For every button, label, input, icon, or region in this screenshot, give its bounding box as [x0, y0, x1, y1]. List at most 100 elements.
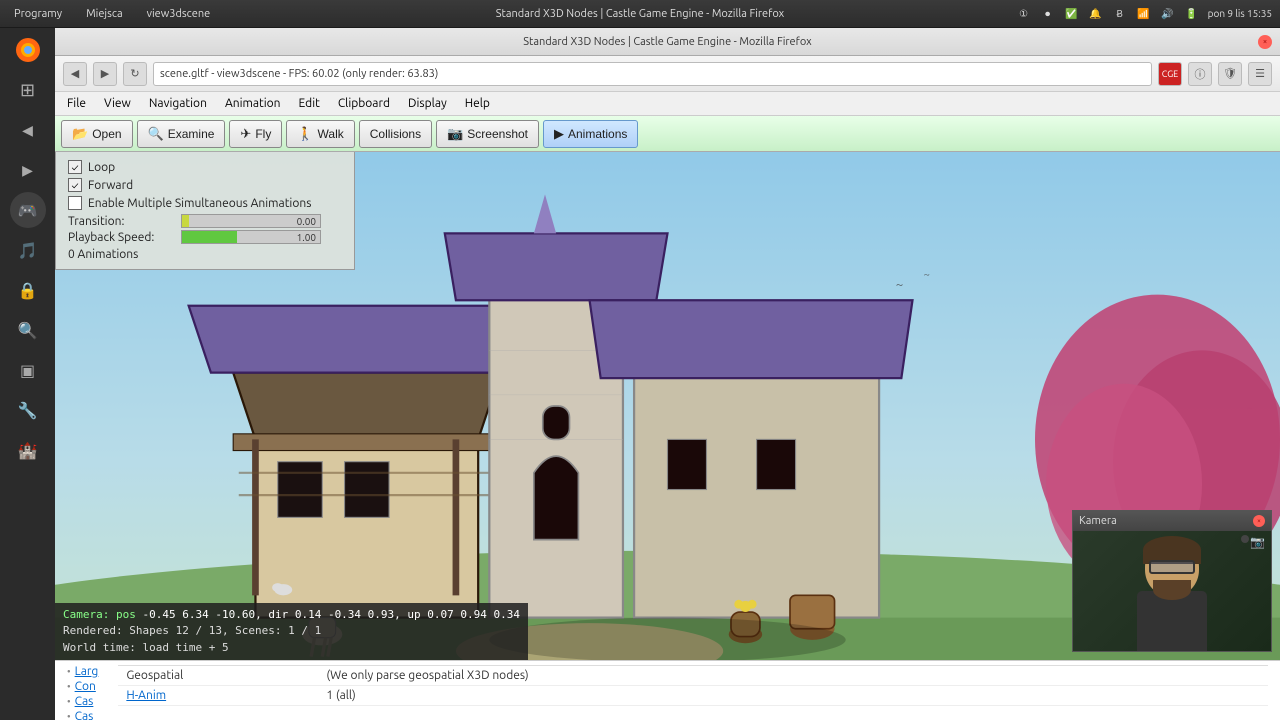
tray-icon-1[interactable]: ① [1016, 6, 1032, 22]
transition-fill [182, 215, 189, 227]
sidebar-icon-vpn[interactable]: 🔒 [10, 272, 46, 308]
screenshot-button[interactable]: 📷 Screenshot [436, 120, 539, 148]
table-row-geospatial: Geospatial (We only parse geospatial X3D… [118, 666, 1268, 686]
tray-icon-4[interactable]: 🔔 [1088, 6, 1104, 22]
forward-row: ✓ Forward [68, 178, 342, 192]
left-sidebar: ⊞ ◀ ▶ 🎮 🎵 🔒 🔍 ▣ 🔧 🏰 [0, 28, 55, 720]
sidebar-icon-discord[interactable]: 🎮 [10, 192, 46, 228]
loop-checkbox[interactable]: ✓ [68, 160, 82, 174]
kamera-title-text: Kamera [1079, 515, 1117, 527]
kamera-titlebar: Kamera × [1073, 511, 1271, 531]
nav-reload-button[interactable]: ↻ [123, 62, 147, 86]
transition-slider[interactable]: 0.00 [181, 214, 321, 228]
webpage-content: • Larg • Con • Cas • Cas Geospatia [55, 660, 1280, 720]
link-con[interactable]: Con [75, 680, 96, 693]
fly-label: Fly [255, 127, 271, 141]
camera-pos-line: Camera: pos -0.45 6.34 -10.60, dir 0.14 … [63, 607, 520, 624]
tray-icon-bluetooth[interactable]: Ƀ [1112, 6, 1128, 22]
sidebar-icon-search[interactable]: 🔍 [10, 312, 46, 348]
loop-row: ✓ Loop [68, 160, 342, 174]
kamera-cam-icon: 📷 [1250, 535, 1265, 549]
playback-speed-slider[interactable]: 1.00 [181, 230, 321, 244]
menu-view[interactable]: View [96, 95, 139, 112]
address-bar[interactable]: scene.gltf - view3dscene - FPS: 60.02 (o… [153, 62, 1152, 86]
open-icon: 📂 [72, 126, 88, 142]
browser-close-button[interactable]: × [1258, 35, 1272, 49]
link-cas2[interactable]: Cas [75, 710, 94, 720]
bullet-2: • [67, 681, 71, 692]
table-cell-hanim: H-Anim [118, 688, 318, 703]
table-cell-geospatial-desc: (We only parse geospatial X3D nodes) [318, 668, 1268, 683]
animations-count: 0 Animations [68, 248, 342, 261]
playback-speed-value: 1.00 [297, 232, 316, 243]
v3d-window: Standard X3D Nodes | Castle Game Engine … [55, 28, 1280, 720]
taskbar-datetime: pon 9 lis 15:35 [1208, 8, 1272, 19]
transition-label: Transition: [68, 215, 173, 228]
browser-titlebar: Standard X3D Nodes | Castle Game Engine … [55, 28, 1280, 56]
tray-icon-network[interactable]: 📶 [1136, 6, 1152, 22]
webpage-table: Geospatial (We only parse geospatial X3D… [118, 665, 1268, 720]
castlegames-icon[interactable]: CGE [1158, 62, 1182, 86]
sidebar-icon-back[interactable]: ◀ [10, 112, 46, 148]
fly-button[interactable]: ✈ Fly [229, 120, 282, 148]
sidebar-icon-cge[interactable]: 🏰 [10, 432, 46, 468]
multiple-checkbox[interactable] [68, 196, 82, 210]
taskbar-right: ① ⏺ ✅ 🔔 Ƀ 📶 🔊 🔋 pon 9 lis 15:35 [1016, 6, 1272, 22]
world-time-line: World time: load time + 5 [63, 640, 520, 657]
sidebar-icon-tools[interactable]: 🔧 [10, 392, 46, 428]
examine-button[interactable]: 🔍 Examine [137, 120, 226, 148]
menu-edit[interactable]: Edit [291, 95, 328, 112]
menu-animation[interactable]: Animation [217, 95, 289, 112]
animations-icon: ▶ [554, 126, 564, 142]
animations-label: Animations [568, 127, 627, 141]
menu-icon[interactable]: ☰ [1248, 62, 1272, 86]
open-label: Open [92, 127, 121, 141]
collisions-button[interactable]: Collisions [359, 120, 432, 148]
menu-display[interactable]: Display [400, 95, 455, 112]
open-button[interactable]: 📂 Open [61, 120, 133, 148]
menu-file[interactable]: File [59, 95, 94, 112]
sidebar-icon-firefox[interactable] [10, 32, 46, 68]
camera-pos-value: -0.45 6.34 -10.60, dir 0.14 -0.34 0.93, … [142, 608, 520, 621]
nav-forward-button[interactable]: ▶ [93, 62, 117, 86]
os-menu-miejsca[interactable]: Miejsca [80, 6, 129, 22]
sidebar-icon-terminal[interactable]: ▣ [10, 352, 46, 388]
link-larg[interactable]: Larg [75, 665, 99, 678]
browser-title-text: Standard X3D Nodes | Castle Game Engine … [523, 36, 811, 48]
bullet-4: • [67, 711, 71, 720]
tray-icon-2[interactable]: ⏺ [1040, 6, 1056, 22]
shield-icon[interactable]: 🛡 [1218, 62, 1242, 86]
menu-help[interactable]: Help [457, 95, 498, 112]
fly-icon: ✈ [240, 126, 251, 142]
svg-text:~: ~ [896, 277, 904, 292]
tray-icon-3[interactable]: ✅ [1064, 6, 1080, 22]
sidebar-icon-forward[interactable]: ▶ [10, 152, 46, 188]
walk-icon: 🚶 [297, 126, 313, 142]
forward-label: Forward [88, 179, 133, 192]
sidebar-icon-apps[interactable]: ⊞ [10, 72, 46, 108]
os-menu-view3dscene[interactable]: view3dscene [141, 6, 217, 22]
os-menu-programy[interactable]: Programy [8, 6, 68, 22]
link-cas1[interactable]: Cas [75, 695, 94, 708]
playback-speed-fill [182, 231, 237, 243]
sidebar-icon-spotify[interactable]: 🎵 [10, 232, 46, 268]
nav-back-button[interactable]: ◀ [63, 62, 87, 86]
taskbar-left: Programy Miejsca view3dscene [8, 6, 216, 22]
hanim-link[interactable]: H-Anim [126, 689, 166, 702]
screenshot-icon: 📷 [447, 126, 463, 142]
walk-button[interactable]: 🚶 Walk [286, 120, 354, 148]
transition-value: 0.00 [297, 216, 316, 227]
menu-navigation[interactable]: Navigation [141, 95, 215, 112]
info-icon[interactable]: ⓘ [1188, 62, 1212, 86]
collisions-label: Collisions [370, 127, 421, 141]
tray-icon-volume[interactable]: 🔊 [1160, 6, 1176, 22]
tray-icon-pwr[interactable]: 🔋 [1184, 6, 1200, 22]
animations-button[interactable]: ▶ Animations [543, 120, 638, 148]
table-row-hanim: H-Anim 1 (all) [118, 686, 1268, 706]
forward-checkbox[interactable]: ✓ [68, 178, 82, 192]
rendered-line: Rendered: Shapes 12 / 13, Scenes: 1 / 1 [63, 623, 520, 640]
multiple-label: Enable Multiple Simultaneous Animations [88, 197, 311, 210]
menu-clipboard[interactable]: Clipboard [330, 95, 398, 112]
kamera-close-button[interactable]: × [1253, 515, 1265, 527]
viewport[interactable]: ~ ~ ~ ~ ~ [55, 152, 1280, 660]
